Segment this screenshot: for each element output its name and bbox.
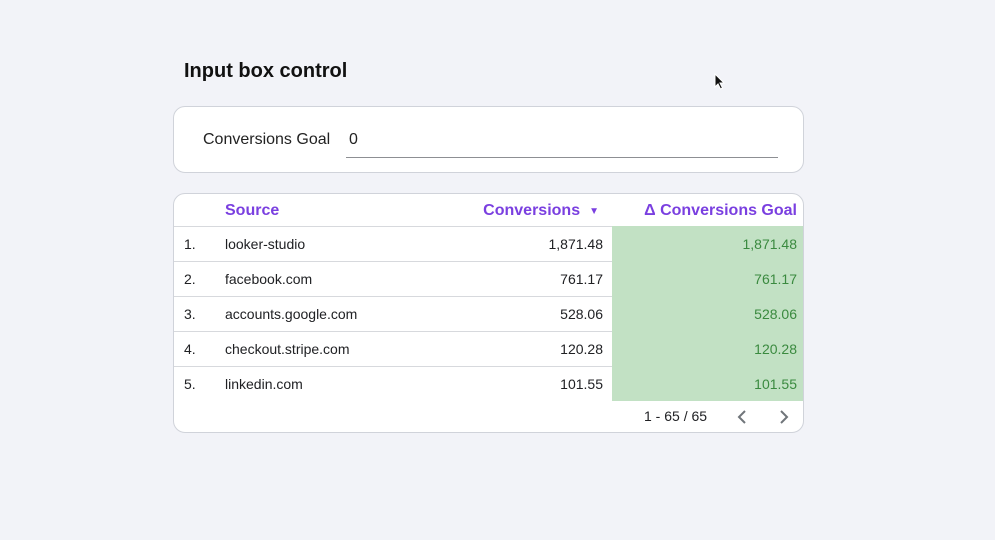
- column-header-conversions-label: Conversions: [483, 202, 581, 219]
- row-source: accounts.google.com: [225, 306, 358, 322]
- page-title: Input box control: [184, 60, 348, 82]
- sort-desc-icon[interactable]: ▼: [589, 206, 599, 217]
- row-source: checkout.stripe.com: [225, 341, 350, 357]
- pagination: 1 - 65 / 65: [174, 401, 803, 432]
- table-row: 2. facebook.com 761.17 761.17: [174, 261, 803, 296]
- row-source: looker-studio: [225, 236, 306, 252]
- chevron-left-icon: [737, 410, 746, 424]
- row-index: 4.: [184, 341, 196, 357]
- table-row: 3. accounts.google.com 528.06 528.06: [174, 296, 803, 331]
- row-delta: 528.06: [612, 296, 803, 331]
- previous-page-button[interactable]: [732, 407, 752, 427]
- row-index: 5.: [184, 376, 196, 392]
- row-delta: 761.17: [612, 261, 803, 296]
- column-header-conversions[interactable]: Conversions ▼: [483, 202, 599, 220]
- data-table: Source Conversions ▼ Δ Conversions Goal …: [173, 193, 804, 433]
- chevron-right-icon: [780, 410, 789, 424]
- table-row: 1. looker-studio 1,871.48 1,871.48: [174, 226, 803, 261]
- column-header-source[interactable]: Source: [225, 202, 279, 220]
- next-page-button[interactable]: [774, 407, 794, 427]
- column-header-delta[interactable]: Δ Conversions Goal: [644, 202, 797, 220]
- row-conversions: 1,871.48: [548, 236, 604, 252]
- row-conversions: 528.06: [560, 306, 603, 322]
- input-box-control: Conversions Goal: [173, 106, 804, 173]
- table-header: Source Conversions ▼ Δ Conversions Goal: [174, 194, 803, 226]
- mouse-pointer-icon: [714, 73, 726, 90]
- row-source: linkedin.com: [225, 376, 303, 392]
- row-source: facebook.com: [225, 271, 313, 287]
- table-row: 4. checkout.stripe.com 120.28 120.28: [174, 331, 803, 366]
- pagination-range: 1 - 65 / 65: [644, 408, 708, 424]
- conversions-goal-input[interactable]: [346, 129, 778, 158]
- row-index: 2.: [184, 271, 196, 287]
- row-delta: 120.28: [612, 331, 803, 366]
- row-conversions: 761.17: [560, 271, 603, 287]
- row-delta: 101.55: [612, 366, 803, 401]
- row-index: 3.: [184, 306, 196, 322]
- row-conversions: 101.55: [560, 376, 603, 392]
- table-row: 5. linkedin.com 101.55 101.55: [174, 366, 803, 401]
- row-delta: 1,871.48: [612, 226, 803, 261]
- row-index: 1.: [184, 236, 196, 252]
- input-label: Conversions Goal: [203, 131, 331, 148]
- row-conversions: 120.28: [560, 341, 603, 357]
- page: Input box control Conversions Goal Sourc…: [0, 0, 995, 540]
